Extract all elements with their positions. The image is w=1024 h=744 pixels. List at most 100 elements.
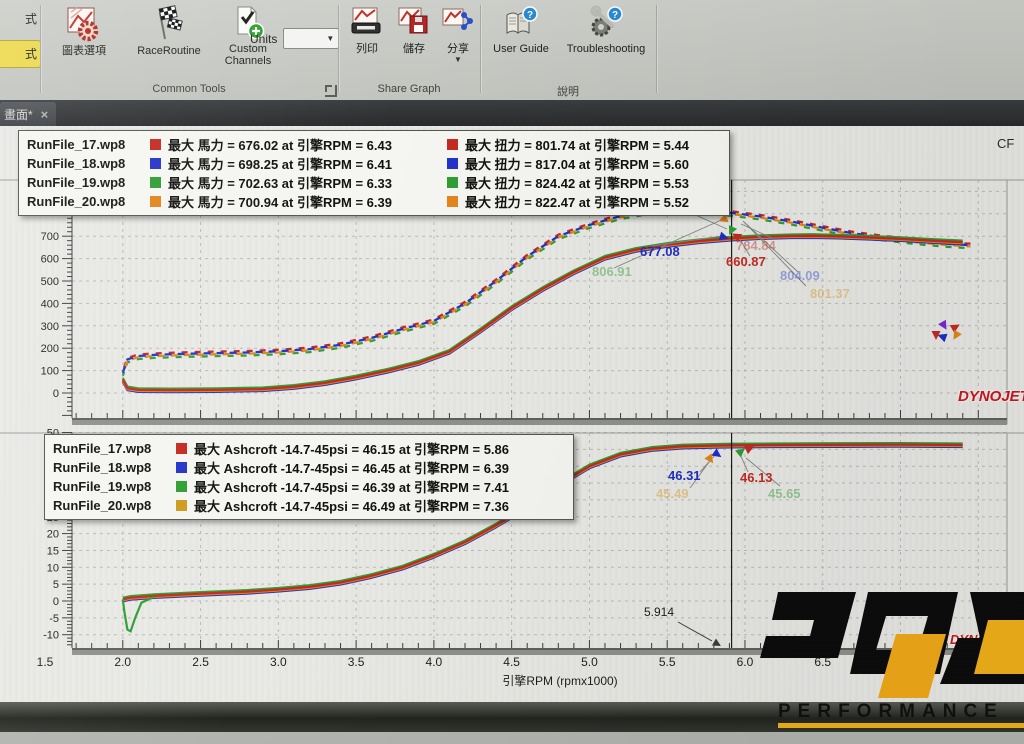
legend-row: RunFile_20.wp8最大 Ashcroft -14.7-45psi = …	[53, 496, 565, 515]
chart-options-label: 圖表選項	[62, 45, 106, 57]
checkered-flag-icon	[151, 5, 187, 43]
dialog-launcher-icon[interactable]	[325, 85, 337, 97]
units-select[interactable]: ▼	[283, 28, 339, 49]
legend-max-power: 最大 馬力 = 702.63 at 引擎RPM = 6.33	[168, 173, 440, 192]
legend-max-boost: 最大 Ashcroft -14.7-45psi = 46.39 at 引擎RPM…	[194, 477, 509, 496]
legend-max-torque: 最大 扭力 = 824.42 at 引擎RPM = 5.53	[465, 173, 689, 192]
toolbar-separator	[480, 5, 481, 93]
legend-run-file: RunFile_18.wp8	[53, 460, 169, 475]
legend-row: RunFile_19.wp8 最大 馬力 = 702.63 at 引擎RPM = …	[27, 173, 721, 192]
legend-max-power: 最大 馬力 = 700.94 at 引擎RPM = 6.39	[168, 192, 440, 211]
svg-text:?: ?	[527, 10, 533, 21]
troubleshooting-button[interactable]: ? Troubleshooting	[556, 5, 656, 55]
chevron-down-icon: ▼	[454, 57, 462, 63]
group-label-common-tools: Common Tools	[40, 83, 338, 95]
svg-text:20: 20	[47, 529, 59, 541]
svg-text:600: 600	[41, 254, 59, 266]
legend-max-torque: 最大 扭力 = 817.04 at 引擎RPM = 5.60	[465, 154, 689, 173]
group-label-help: 說明	[480, 83, 656, 99]
legend-max-boost: 最大 Ashcroft -14.7-45psi = 46.45 at 引擎RPM…	[194, 458, 509, 477]
user-guide-button[interactable]: ? User Guide	[488, 5, 554, 55]
toolbar-separator	[338, 5, 339, 93]
legend-row: RunFile_17.wp8最大 Ashcroft -14.7-45psi = …	[53, 439, 565, 458]
cursor-value-annotation: 806.91	[592, 264, 632, 279]
user-guide-book-icon: ?	[503, 5, 539, 41]
legend-max-torque: 最大 扭力 = 801.74 at 引擎RPM = 5.44	[465, 135, 689, 154]
boost-chart-panel: 50454035302520151050-5-101.52.02.53.03.5…	[0, 428, 1024, 702]
svg-text:5: 5	[53, 579, 59, 591]
screen-bezel	[0, 702, 1024, 732]
svg-text:4.0: 4.0	[426, 655, 443, 669]
legend-color-swatch	[447, 139, 458, 150]
svg-text:-5: -5	[49, 613, 59, 625]
save-graph-icon	[396, 5, 432, 41]
legend-row: RunFile_18.wp8最大 馬力 = 698.25 at 引擎RPM = …	[27, 154, 721, 173]
correction-factor-label: CF	[997, 136, 1014, 151]
cursor-value-annotation: 801.37	[810, 286, 850, 301]
legend-row: RunFile_17.wp8最大 馬力 = 676.02 at 引擎RPM = …	[27, 135, 721, 154]
mode-button-top-partial[interactable]: 式	[0, 6, 40, 34]
close-icon[interactable]: ×	[41, 107, 49, 122]
svg-text:4.5: 4.5	[503, 655, 520, 669]
legend-run-file: RunFile_17.wp8	[53, 441, 169, 456]
svg-text:2.0: 2.0	[114, 655, 131, 669]
svg-text:300: 300	[41, 321, 59, 333]
chart-options-button[interactable]: 圖表選項	[46, 5, 122, 57]
svg-text:3.0: 3.0	[270, 655, 287, 669]
svg-text:10: 10	[47, 562, 59, 574]
group-label-share-graph: Share Graph	[338, 83, 480, 95]
cursor-value-annotation: 677.08	[640, 244, 680, 259]
cursor-value-annotation: 784.84	[736, 238, 776, 253]
units-label: Units	[250, 33, 277, 45]
legend-color-swatch	[176, 462, 187, 473]
ribbon-toolbar: 式 式 圖表選項	[0, 0, 1024, 101]
print-label: 列印	[356, 43, 378, 55]
legend-run-file: RunFile_19.wp8	[27, 175, 143, 190]
svg-text:6.0: 6.0	[737, 655, 754, 669]
share-graph-icon	[440, 5, 476, 41]
cursor-value-annotation: 660.87	[726, 254, 766, 269]
race-routine-button[interactable]: RaceRoutine	[126, 5, 212, 57]
cursor-value-annotation: 46.31	[668, 468, 701, 483]
mode-button-active-partial[interactable]: 式	[0, 40, 41, 68]
legend-power-torque: RunFile_17.wp8最大 馬力 = 676.02 at 引擎RPM = …	[18, 130, 730, 216]
units-control: Units ▼	[250, 28, 339, 49]
svg-text:5.5: 5.5	[659, 655, 676, 669]
legend-color-swatch	[447, 158, 458, 169]
svg-text:1.5: 1.5	[37, 655, 54, 669]
legend-color-swatch	[150, 177, 161, 188]
save-label: 儲存	[403, 43, 425, 55]
svg-text:6.5: 6.5	[814, 655, 831, 669]
legend-boost: RunFile_17.wp8 最大 Ashcroft -14.7-45psi = …	[44, 434, 574, 520]
cursor-value-annotation: 46.13	[740, 470, 773, 485]
legend-run-file: RunFile_18.wp8	[27, 156, 143, 171]
svg-text:500: 500	[41, 276, 59, 288]
save-button[interactable]: 儲存	[392, 5, 436, 55]
tab-title: 畫面*	[4, 106, 33, 123]
screen-bezel-floor	[0, 732, 1024, 744]
cursor-value-annotation: 45.65	[768, 486, 801, 501]
legend-color-swatch	[176, 500, 187, 511]
legend-color-swatch	[176, 443, 187, 454]
legend-color-swatch	[150, 196, 161, 207]
share-button[interactable]: 分享 ▼	[438, 5, 478, 63]
svg-text:2.5: 2.5	[192, 655, 209, 669]
legend-row: RunFile_20.wp8最大 馬力 = 700.94 at 引擎RPM = …	[27, 192, 721, 211]
legend-color-swatch	[447, 196, 458, 207]
svg-text:5.0: 5.0	[581, 655, 598, 669]
tab-view[interactable]: 畫面* ×	[0, 102, 56, 126]
legend-max-boost: 最大 Ashcroft -14.7-45psi = 46.49 at 引擎RPM…	[194, 496, 509, 515]
svg-text:400: 400	[41, 298, 59, 310]
svg-text:700: 700	[41, 231, 59, 243]
dynojet-logo: DYNOJET	[950, 632, 1011, 647]
legend-run-file: RunFile_17.wp8	[27, 137, 143, 152]
legend-color-swatch	[447, 177, 458, 188]
chevron-down-icon: ▼	[326, 36, 334, 42]
legend-color-swatch	[150, 139, 161, 150]
print-button[interactable]: 列印	[344, 5, 390, 55]
svg-text:0: 0	[53, 596, 59, 608]
svg-text:15: 15	[47, 545, 59, 557]
power-torque-chart-panel: 0100200300400500600700 RunFile_17.wp8最大 …	[0, 126, 1024, 430]
cursor-value-annotation: 804.09	[780, 268, 820, 283]
race-routine-label: RaceRoutine	[137, 45, 201, 57]
